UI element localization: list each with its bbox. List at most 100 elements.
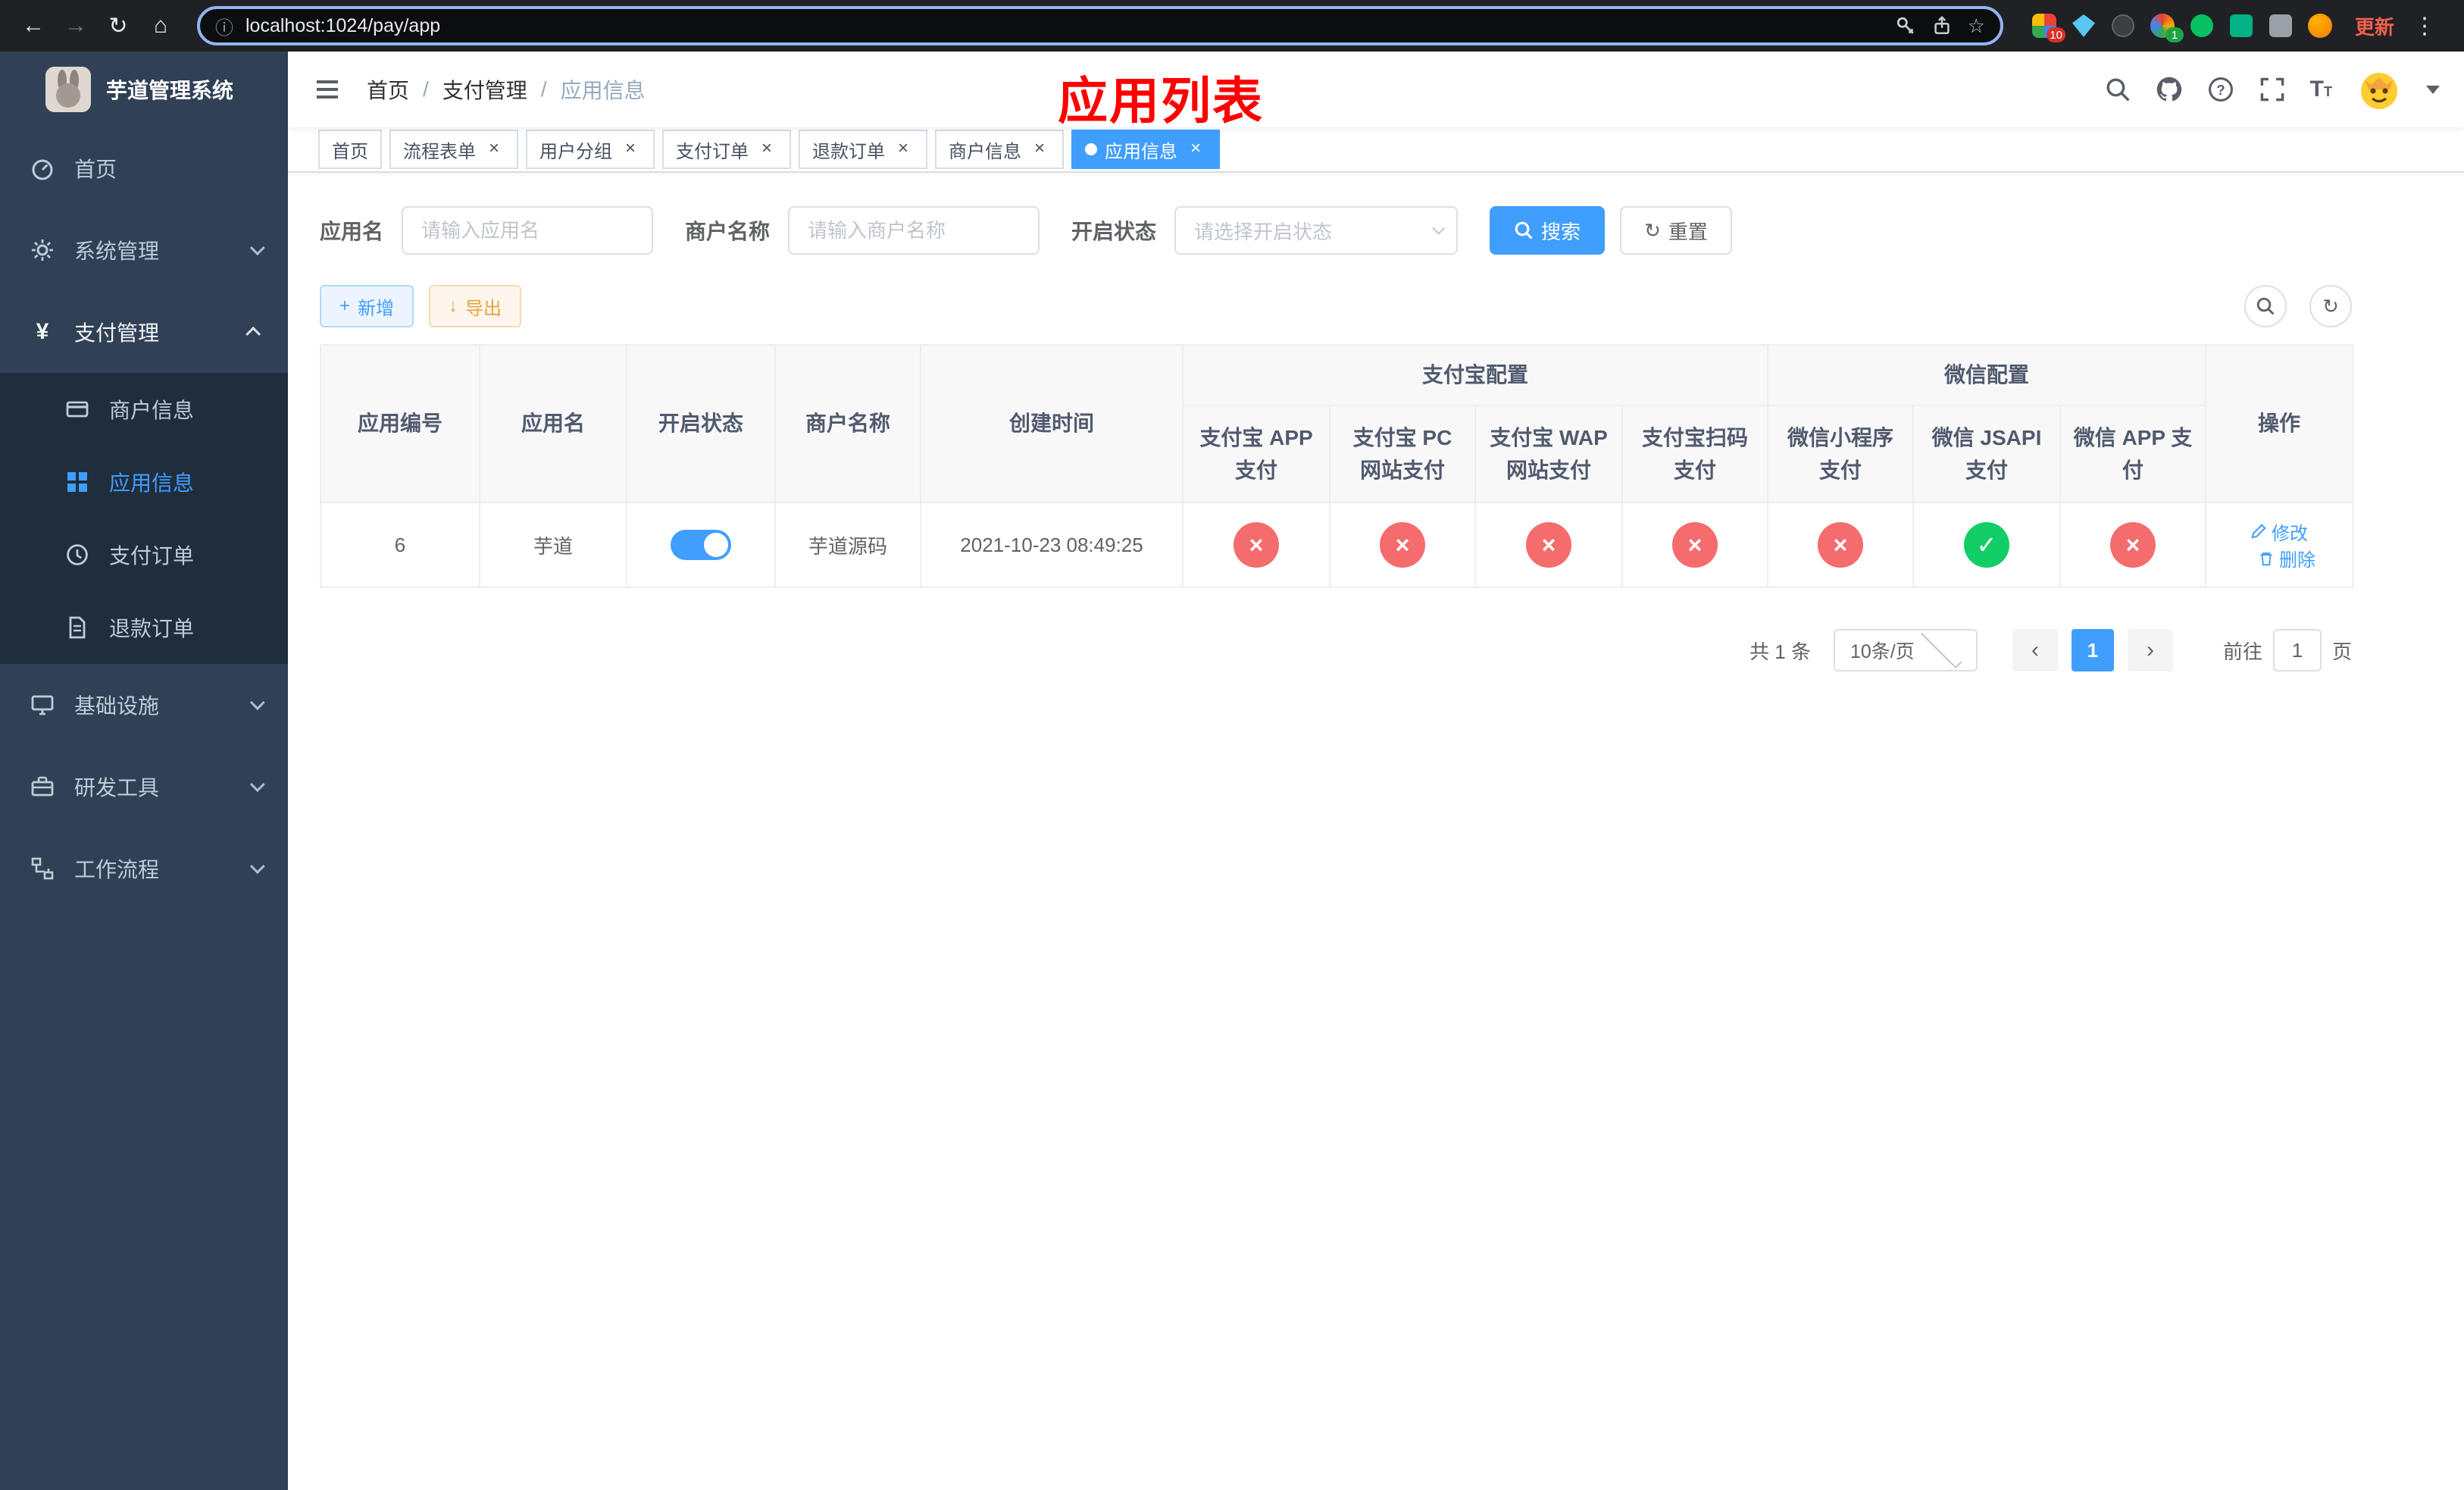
merchant-name-input[interactable] [788,206,1040,255]
app-name-input[interactable] [402,206,654,255]
cell-app-name: 芋道 [479,502,627,588]
col-wechat-app: 微信 APP 支付 [2059,405,2207,503]
app-logo[interactable]: 芋道管理系统 [0,52,288,127]
alipay-wap-status-icon: × [1526,522,1571,568]
close-icon[interactable]: × [483,139,505,160]
sidebar-item-refund-order[interactable]: 退款订单 [0,591,288,664]
status-label: 开启状态 [1071,220,1157,243]
extension-dark-icon[interactable] [2103,8,2143,44]
goto-label: 前往 [2222,640,2262,663]
goto-unit: 页 [2331,640,2352,663]
goto-page-input[interactable] [2272,629,2322,671]
col-alipay-app: 支付宝 APP 支付 [1182,405,1330,503]
url-bar[interactable]: ⓘ localhost:1024/pay/app ☆ [197,6,2003,45]
status-toggle[interactable] [671,530,731,560]
cell-merchant: 芋道源码 [774,502,921,588]
sidebar-item-workflow[interactable]: 工作流程 [0,828,288,909]
breadcrumb-separator: / [540,77,547,101]
status-select[interactable]: 请选择开启状态 [1174,206,1459,255]
font-size-icon[interactable]: TT [2310,78,2332,101]
browser-home-icon[interactable]: ⌂ [142,8,179,44]
toolbox-icon [30,775,55,799]
tab-pay-order[interactable]: 支付订单 × [662,130,791,169]
sidebar-item-merchant-info[interactable]: 商户信息 [0,373,288,446]
tab-user-group[interactable]: 用户分组 × [526,130,655,169]
chevron-down-icon [249,695,265,711]
breadcrumb-separator: / [423,77,429,101]
reset-button[interactable]: ↻ 重置 [1620,206,1732,255]
tab-refund-order[interactable]: 退款订单 × [799,130,927,169]
order-icon [65,543,89,567]
password-key-icon[interactable] [1895,15,1916,36]
browser-forward-icon[interactable]: → [58,8,94,44]
tab-process-form[interactable]: 流程表单 × [389,130,518,169]
export-button[interactable]: ↓ 导出 [429,285,522,327]
share-icon[interactable] [1931,15,1953,36]
tab-merchant-info[interactable]: 商户信息 × [935,130,1064,169]
chevron-down-icon [1920,627,1962,669]
app-name-label: 应用名 [320,220,384,243]
download-icon: ↓ [449,296,458,316]
tab-home[interactable]: 首页 [318,130,382,169]
prev-page-button[interactable]: ‹ [2012,629,2058,671]
sidebar-item-pay-order[interactable]: 支付订单 [0,518,288,591]
sidebar-item-system[interactable]: 系统管理 [0,209,288,291]
breadcrumb-home[interactable]: 首页 [367,74,409,105]
sidebar-item-app-info[interactable]: 应用信息 [0,446,288,518]
page-info-icon[interactable]: ⓘ [215,13,233,39]
search-button[interactable]: 搜索 [1490,206,1606,255]
browser-menu-dots-icon[interactable]: ⋮ [2406,8,2443,44]
sidebar-item-payment[interactable]: ¥ 支付管理 [0,291,288,373]
close-icon[interactable]: × [1029,139,1050,160]
sidebar-item-home[interactable]: 首页 [0,127,288,209]
col-wechat-jsapi: 微信 JSAPI 支付 [1912,405,2062,503]
search-icon[interactable] [2104,76,2131,103]
chevron-down-icon [249,240,265,256]
tags-view-bar: 首页 流程表单 × 用户分组 × 支付订单 × 退款订单 × 商户信息 × 应用信息 × [288,127,2464,173]
chevron-down-icon [249,859,265,875]
sidebar-item-dev-tools[interactable]: 研发工具 [0,746,288,828]
extension-wechat-icon[interactable] [2182,8,2222,44]
browser-back-icon[interactable]: ← [15,8,52,44]
refresh-table-button[interactable]: ↻ [2309,285,2352,327]
help-question-icon[interactable]: ? [2207,76,2234,103]
extension-note-icon[interactable] [2222,8,2261,44]
page-content: 应用名 商户名称 开启状态 请选择开启状态 [288,173,2464,671]
chevron-down-icon [249,777,265,793]
delete-button[interactable]: 删除 [2258,545,2315,571]
close-icon[interactable]: × [620,139,641,160]
svg-text:?: ? [2216,82,2225,98]
close-icon[interactable]: × [893,139,914,160]
github-icon[interactable] [2156,76,2183,103]
bookmark-star-icon[interactable]: ☆ [1968,14,1985,38]
next-page-button[interactable]: › [2127,629,2173,671]
extension-profile-icon[interactable]: 1 [2143,8,2184,44]
edit-button[interactable]: 修改 [2250,518,2308,545]
logo-avatar [45,67,91,112]
breadcrumb-current: 应用信息 [560,79,646,102]
browser-reload-icon[interactable]: ↻ [100,8,136,44]
add-button[interactable]: + 新增 [320,285,414,327]
extension-emoji-icon[interactable] [2300,8,2340,44]
close-icon[interactable]: × [756,139,777,160]
page-size-select[interactable]: 10条/页 [1833,627,1978,671]
cell-ops: 修改 删除 [2205,502,2354,588]
page-number-button[interactable]: 1 [2071,629,2114,671]
extension-gem-icon[interactable] [2064,8,2103,44]
filter-form: 应用名 商户名称 开启状态 请选择开启状态 [320,206,2352,255]
table-toolbar: + 新增 ↓ 导出 ↻ [320,285,2352,327]
extension-puzzle-icon[interactable] [2261,8,2300,44]
close-icon[interactable]: × [1185,139,1206,160]
breadcrumb-parent[interactable]: 支付管理 [442,74,527,105]
toggle-search-button[interactable] [2244,285,2287,327]
user-avatar[interactable] [2356,67,2402,112]
browser-update-button[interactable]: 更新 [2355,12,2394,40]
sidebar-toggle-button[interactable] [312,74,342,105]
merchant-name-label: 商户名称 [685,220,771,243]
extension-apps-icon[interactable]: 10 [2025,8,2065,44]
extension-badge: 10 [2047,27,2065,42]
sidebar-item-infra[interactable]: 基础设施 [0,664,288,746]
fullscreen-icon[interactable] [2259,76,2286,103]
tab-app-info[interactable]: 应用信息 × [1071,130,1220,169]
caret-down-icon[interactable] [2426,85,2440,94]
